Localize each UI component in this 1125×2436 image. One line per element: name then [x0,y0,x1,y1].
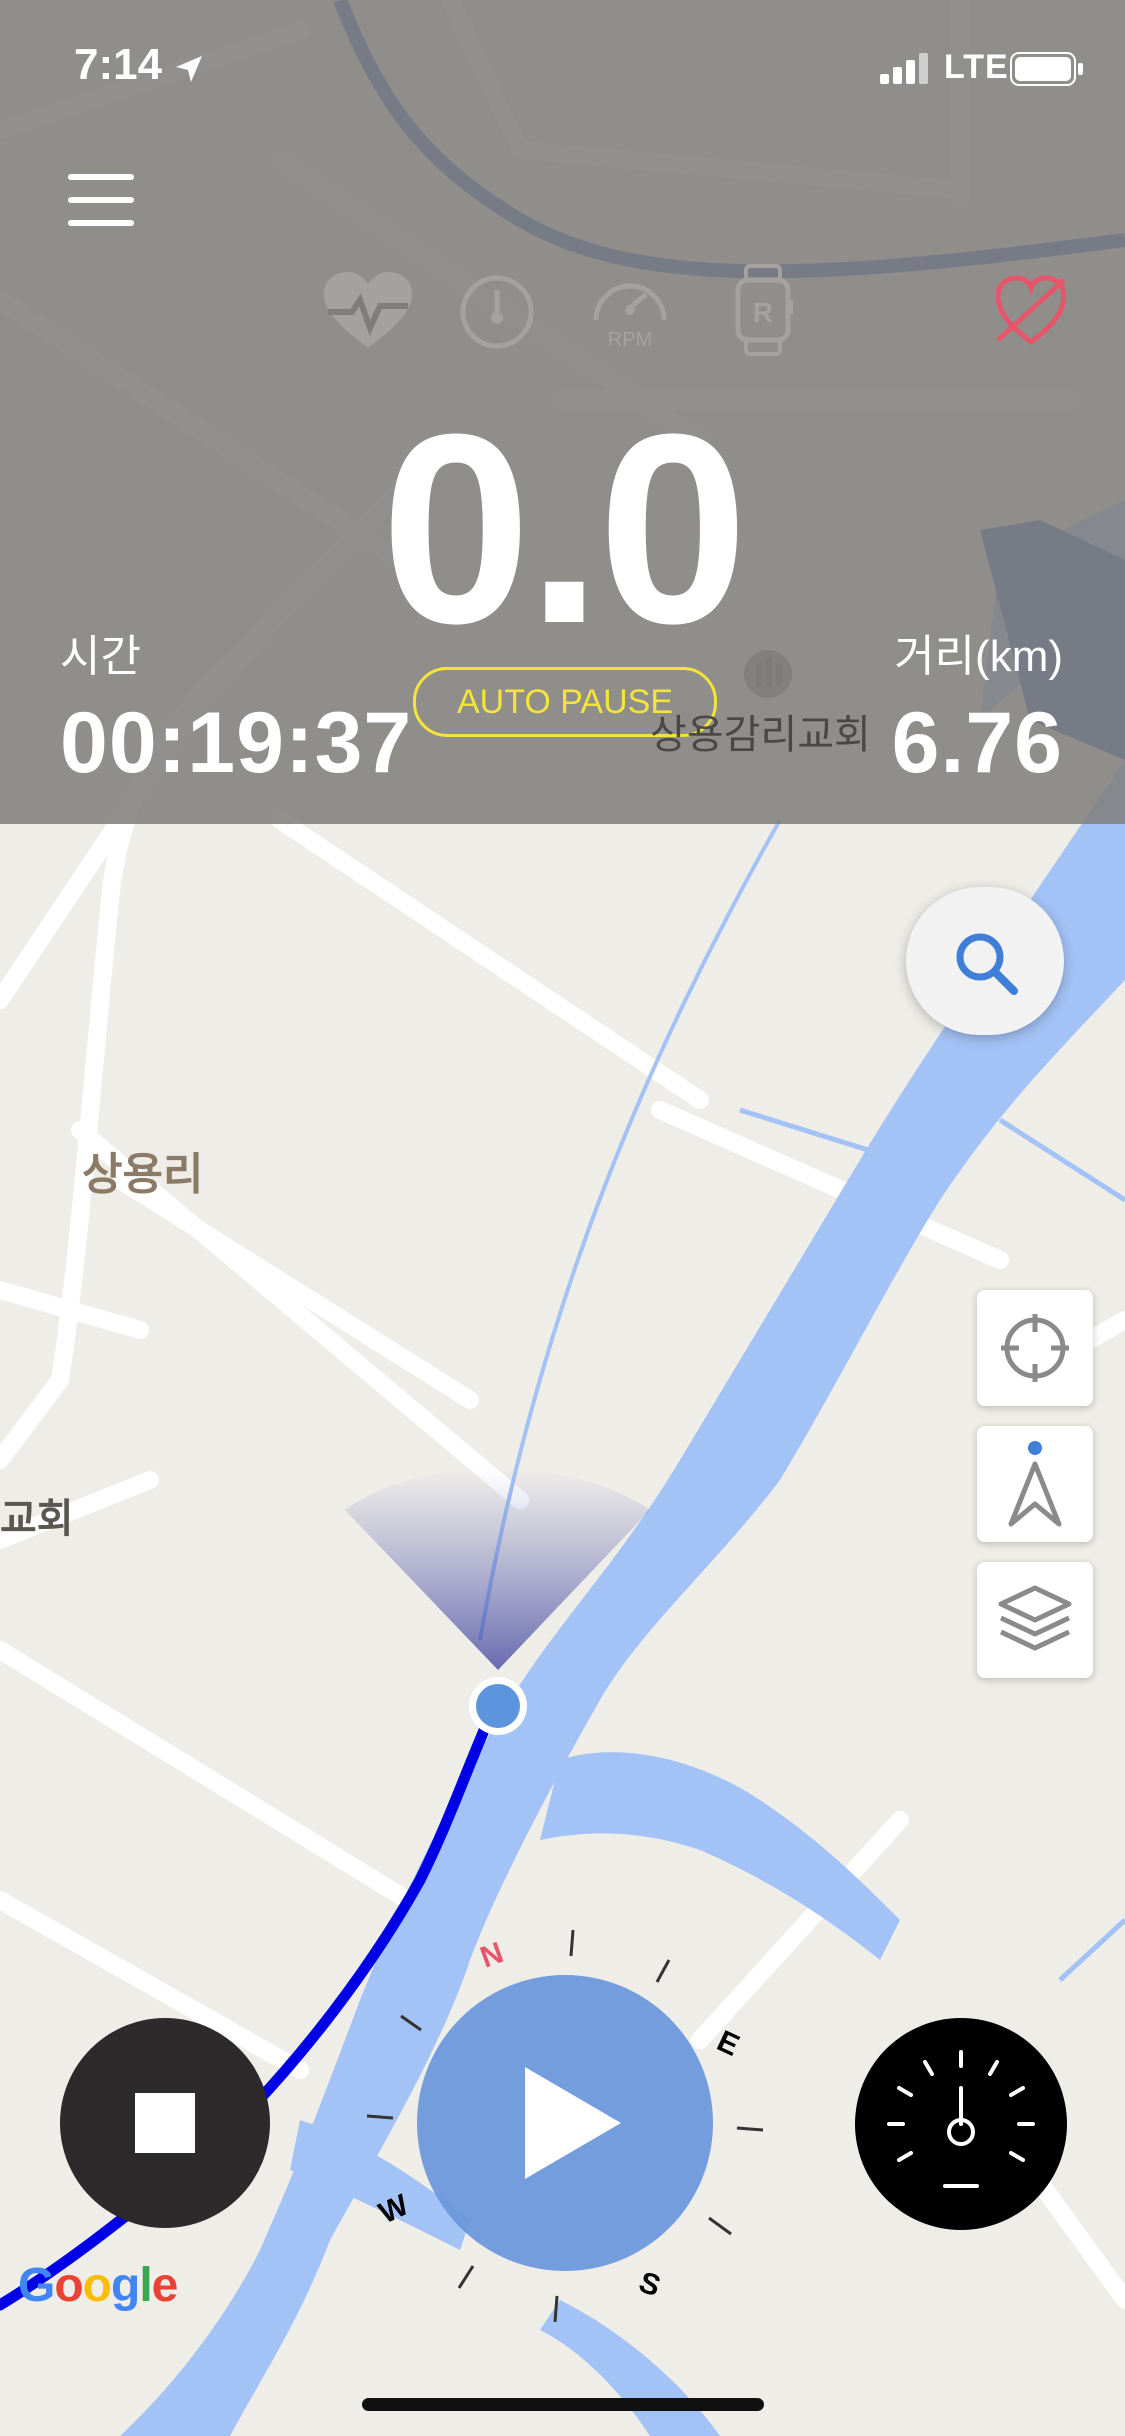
map-label-church-left: 교회 [0,1497,74,1541]
crosshair-icon [1001,1314,1069,1382]
time-value: 00:19:37 [60,695,413,791]
locate-me-button[interactable] [977,1290,1093,1406]
rpm-label: RPM [608,329,652,350]
play-button[interactable] [417,1975,713,2271]
speedometer-button[interactable] [855,2018,1067,2230]
stop-icon [135,2093,195,2153]
map-label-church: 상용감리교회 [650,713,871,757]
layers-icon [998,1585,1072,1651]
compass-south: S [635,2266,665,2304]
home-indicator[interactable] [362,2398,764,2411]
google-logo: Google [18,2259,178,2312]
time-label: 시간 [60,632,141,681]
speedometer-icon [887,2050,1035,2188]
compass-north: N [476,1936,508,1974]
navigation-mode-button[interactable] [977,1426,1093,1542]
smartwatch-icon[interactable]: R [732,264,794,356]
compass-east: E [712,2024,744,2062]
stop-button[interactable] [60,2018,270,2228]
status-time: 7:14 [74,40,163,89]
cadence-rpm-icon[interactable]: RPM [588,268,672,350]
navigation-arrow-icon [1008,1441,1062,1527]
map-label-village: 상용리 [82,1150,204,1199]
heart-rate-icon[interactable] [322,270,414,352]
location-arrow-icon [176,56,202,82]
network-type: LTE [944,48,1009,86]
menu-icon[interactable] [66,172,138,228]
distance-value: 6.76 [891,695,1063,791]
battery-icon [1010,52,1083,86]
play-icon [525,2067,621,2179]
map-layers-button[interactable] [977,1562,1093,1678]
signal-icon [880,53,928,84]
svg-text:R: R [753,297,773,328]
map-search-button[interactable] [906,887,1064,1035]
search-icon [956,933,1018,995]
speed-sensor-icon[interactable] [457,272,537,352]
heart-off-icon[interactable] [996,274,1066,348]
distance-label: 거리(km) [894,632,1063,681]
compass-west: W [374,2188,414,2230]
